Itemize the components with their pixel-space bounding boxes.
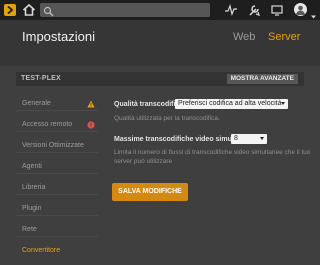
sidebar-item-label: Agenti [22, 163, 42, 170]
tab-web[interactable]: Web [233, 31, 255, 43]
settings-tools-icon[interactable] [247, 3, 261, 17]
sidebar-item-label: Versioni Ottimizzate [22, 142, 84, 149]
tab-server[interactable]: Server [268, 31, 300, 43]
chevron-down-icon[interactable] [310, 7, 317, 19]
search-input[interactable] [40, 3, 210, 17]
search-icon [43, 4, 54, 17]
sidebar-item-libreria[interactable]: Libreria [16, 182, 98, 195]
sidebar-item-label: Accesso remoto [22, 121, 73, 128]
sidebar-item-generale[interactable]: Generale [16, 98, 98, 111]
sidebar-item-label: Plugin [22, 205, 42, 212]
sidebar-item-agenti[interactable]: Agenti [16, 161, 98, 174]
page-title: Impostazioni [22, 29, 95, 44]
activity-icon[interactable] [224, 3, 238, 17]
server-name: TEST-PLEX [21, 75, 61, 82]
sidebar-item-label: Rete [22, 226, 37, 233]
chevron-down-icon [281, 102, 285, 105]
max-sessions-hint: Limita il numero di flussi di transcodif… [114, 149, 311, 165]
quality-label: Qualità transcodifica [114, 101, 184, 108]
cast-icon[interactable] [270, 3, 284, 17]
top-bar [0, 0, 320, 20]
save-button[interactable]: SALVA MODIFICHE [112, 183, 188, 201]
quality-select-value: Preferisci codifica ad alta velocità [178, 100, 282, 107]
sidebar-item-label: Libreria [22, 184, 46, 191]
sidebar-item-accesso-remoto[interactable]: Accesso remoto [16, 119, 98, 132]
sidebar-item-rete[interactable]: Rete [16, 224, 98, 237]
user-avatar-icon[interactable] [294, 3, 307, 16]
warning-icon [87, 100, 95, 108]
home-icon[interactable] [22, 3, 36, 17]
max-sessions-value: 8 [234, 135, 238, 142]
error-icon [87, 121, 95, 129]
settings-sidebar: Generale Accesso remoto Versioni Ottimiz… [16, 98, 98, 265]
sidebar-item-label: Generale [22, 100, 51, 107]
plex-logo-icon[interactable] [4, 4, 16, 16]
sidebar-item-convertitore[interactable]: Convertitore [16, 245, 98, 257]
show-advanced-button[interactable]: MOSTRA AVANZATE [226, 74, 298, 84]
server-bar: TEST-PLEX MOSTRA AVANZATE [16, 72, 304, 86]
sidebar-item-plugin[interactable]: Plugin [16, 203, 98, 216]
quality-select[interactable]: Preferisci codifica ad alta velocità [175, 99, 288, 109]
chevron-down-icon [260, 137, 264, 140]
max-sessions-select[interactable]: 8 [231, 134, 267, 144]
quality-hint: Qualità utilizzata per la transcodifica. [114, 115, 220, 122]
sidebar-item-versioni-ottimizzate[interactable]: Versioni Ottimizzate [16, 140, 98, 153]
